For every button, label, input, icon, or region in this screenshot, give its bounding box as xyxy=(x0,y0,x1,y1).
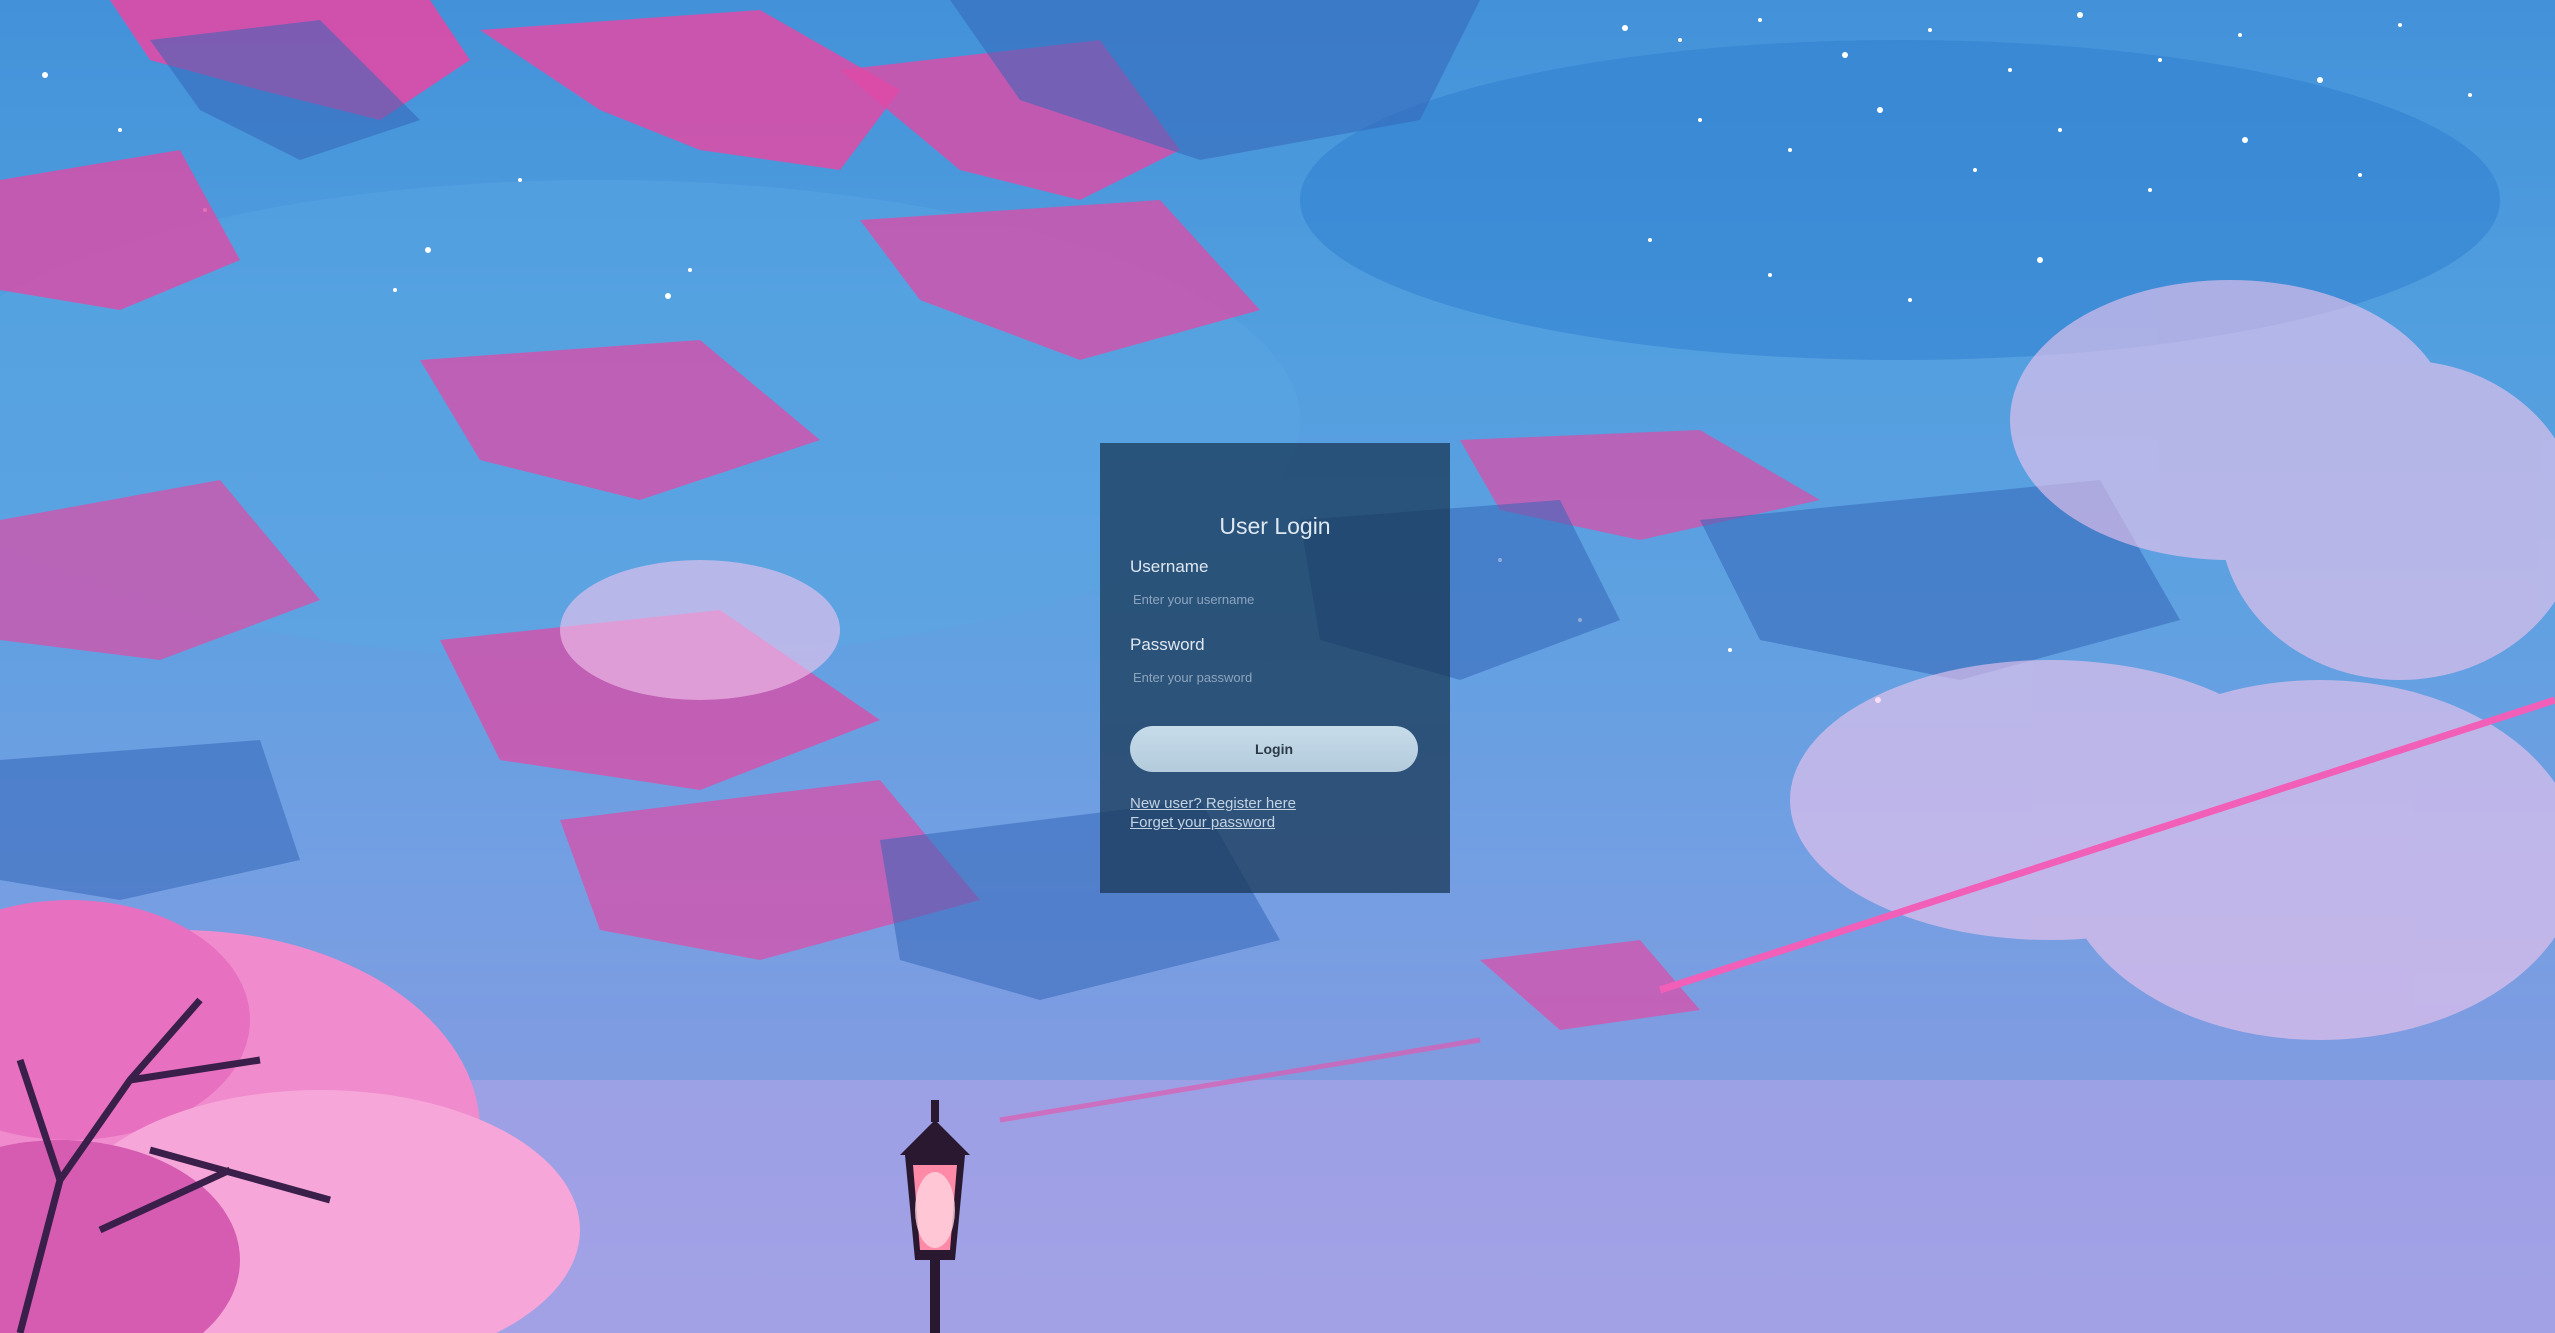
login-title: User Login xyxy=(1219,513,1331,539)
username-label: Username xyxy=(1130,557,1209,576)
forgot-password-link[interactable]: Forget your password xyxy=(1130,813,1420,832)
auth-links: New user? Register here Forget your pass… xyxy=(1130,794,1420,832)
password-input[interactable] xyxy=(1130,664,1426,690)
login-page: User Login Username Password Login New u… xyxy=(0,0,2555,1333)
login-button[interactable]: Login xyxy=(1130,726,1418,772)
register-link[interactable]: New user? Register here xyxy=(1130,794,1420,813)
login-panel: User Login Username Password Login New u… xyxy=(1100,443,1450,893)
username-input[interactable] xyxy=(1130,586,1426,612)
password-label: Password xyxy=(1130,635,1205,654)
